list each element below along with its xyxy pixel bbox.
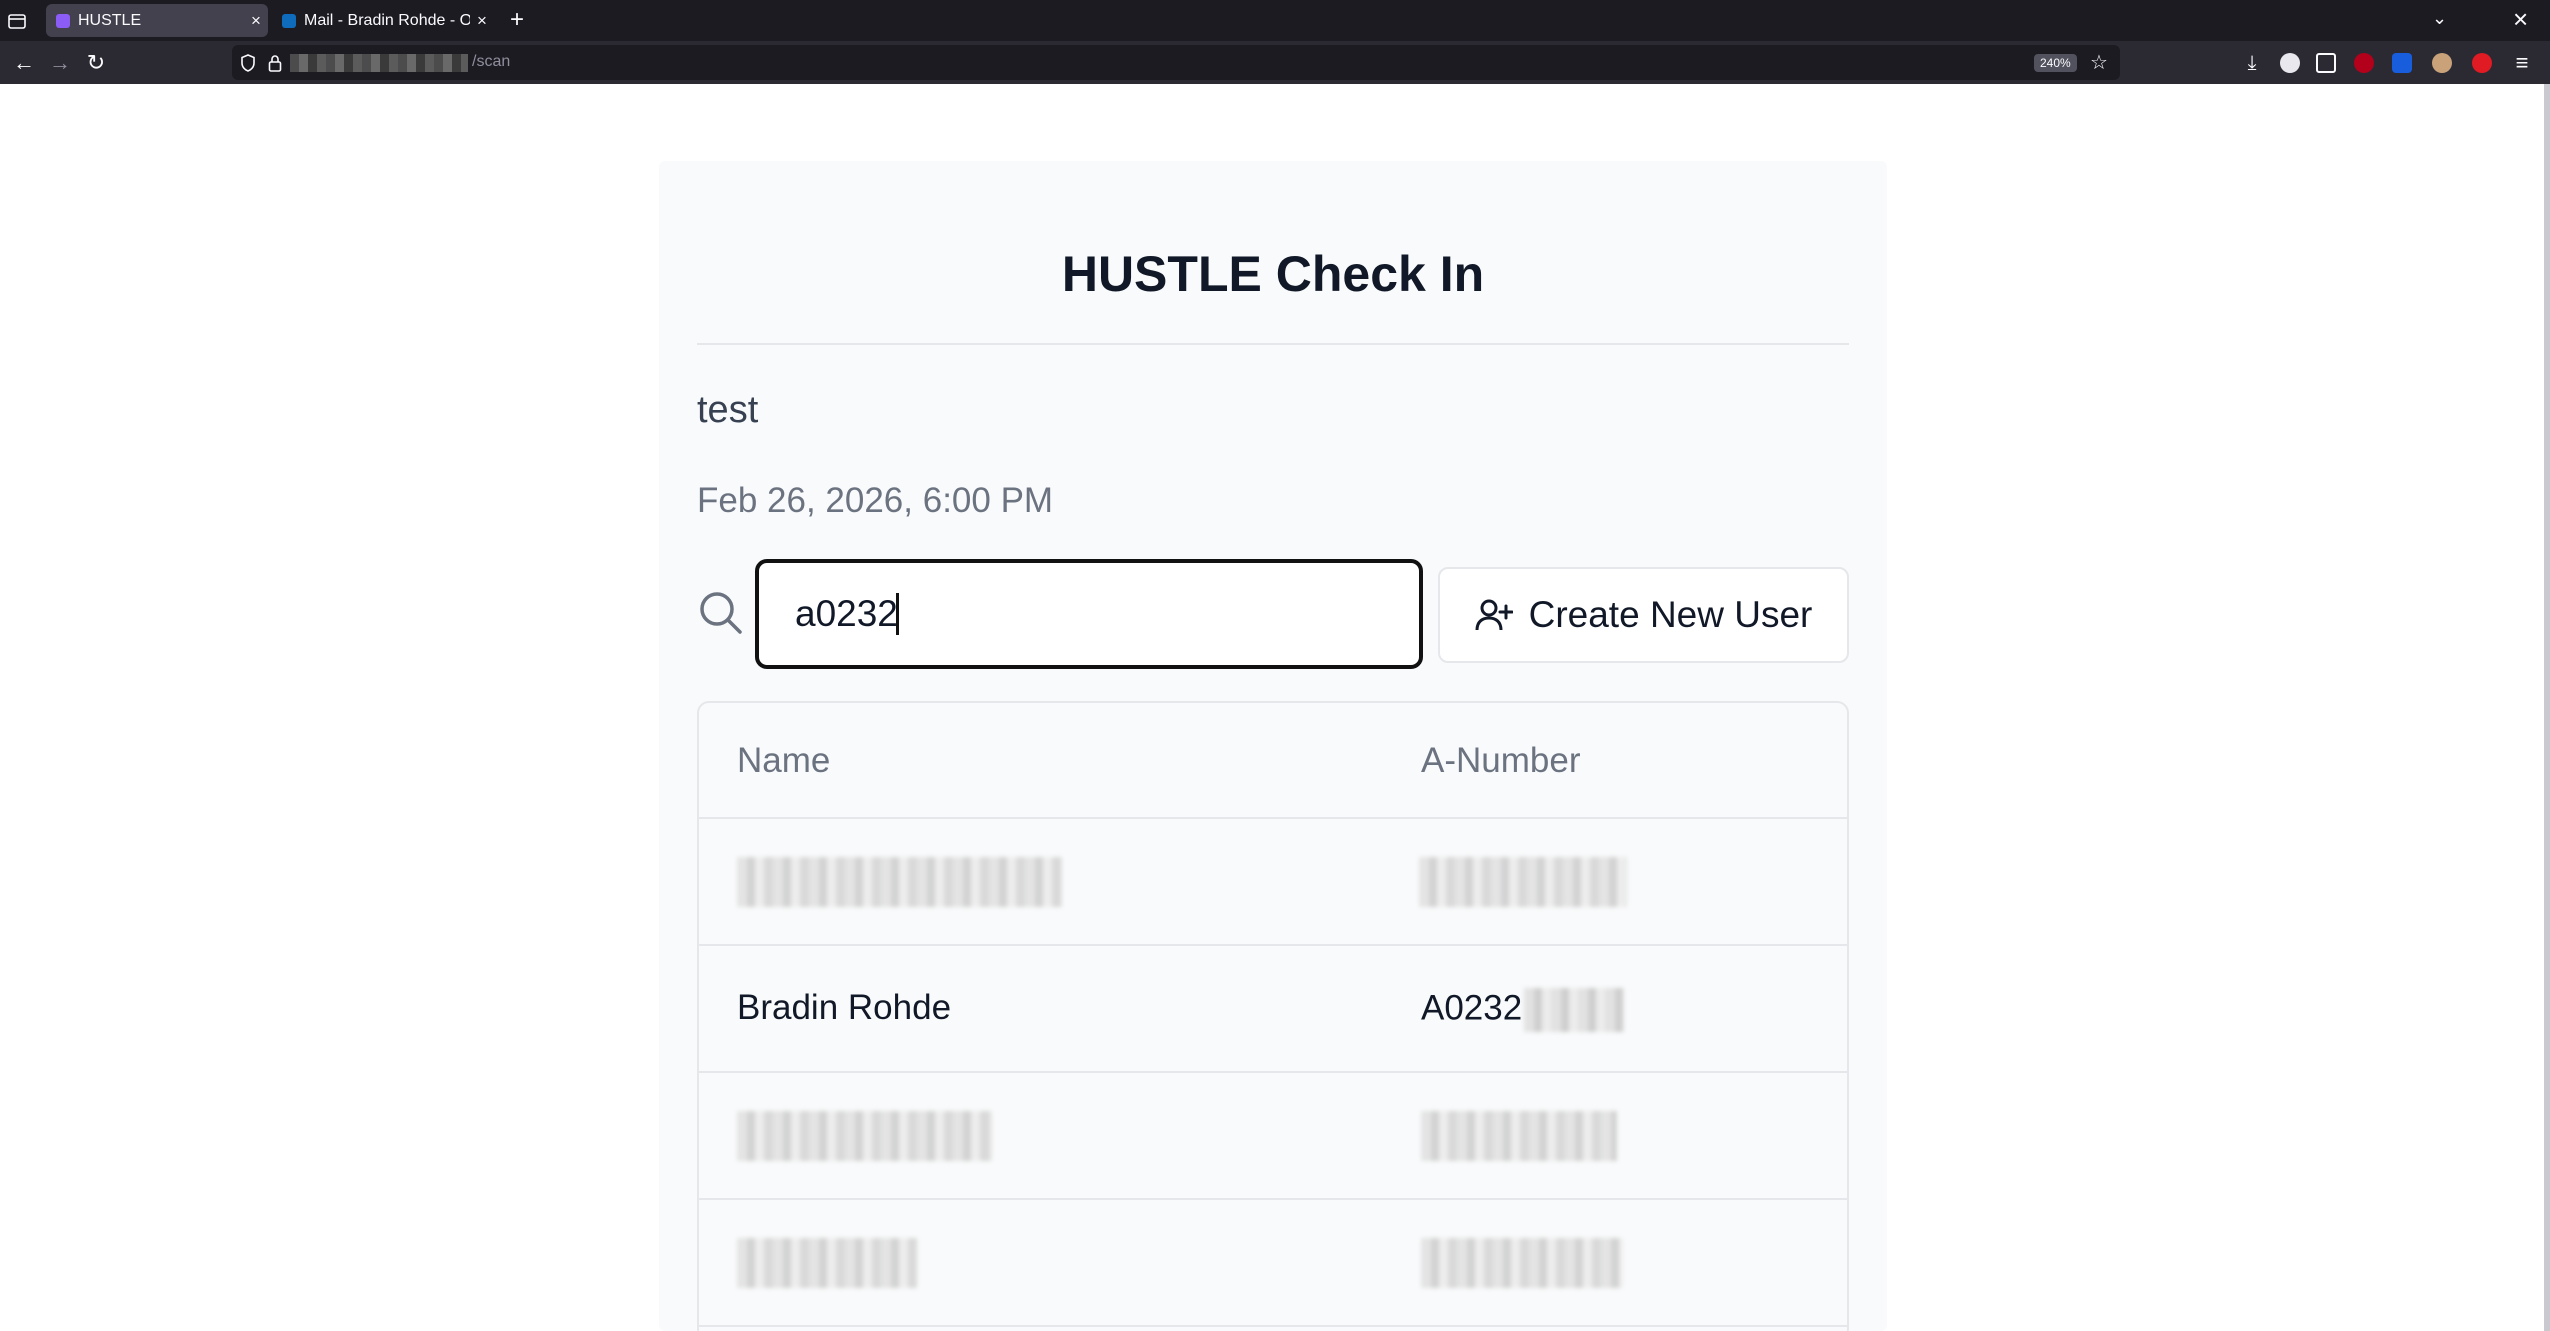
user-name: Bradin Rohde xyxy=(737,988,952,1027)
redacted-hostname xyxy=(290,54,468,72)
hustle-favicon-icon xyxy=(56,13,70,28)
event-date: Feb 26, 2026, 6:00 PM xyxy=(697,481,1054,520)
column-header-a-number: A-Number xyxy=(1421,741,1581,780)
event-name: test xyxy=(697,389,759,431)
tab-close-icon[interactable]: × xyxy=(470,11,494,31)
tab-mail[interactable]: Mail - Bradin Rohde - Out × xyxy=(272,4,494,37)
redacted-name xyxy=(737,857,1062,907)
tab-title: Mail - Bradin Rohde - Out xyxy=(304,11,470,29)
window-close-icon[interactable]: × xyxy=(2513,4,2528,35)
chevron-down-icon[interactable]: ⌄ xyxy=(2432,8,2447,29)
redacted-a-number xyxy=(1421,1238,1623,1288)
ublock-icon[interactable] xyxy=(2354,53,2374,73)
column-header-name: Name xyxy=(737,741,831,780)
lock-icon[interactable] xyxy=(268,54,282,72)
url-path: /scan xyxy=(472,53,511,70)
bookmark-star-icon[interactable]: ☆ xyxy=(2090,50,2108,75)
extension-icon[interactable] xyxy=(2472,53,2492,73)
table-row[interactable] xyxy=(699,1200,1847,1327)
bitwarden-icon[interactable] xyxy=(2392,53,2412,73)
browser-tab-bar: HUSTLE × Mail - Bradin Rohde - Out × + ⌄… xyxy=(0,0,2550,41)
extensions-puzzle-icon[interactable] xyxy=(2316,53,2336,73)
table-header: Name A-Number xyxy=(699,703,1847,819)
user-a-number: A0232 xyxy=(1421,988,1625,1032)
divider xyxy=(697,343,1849,345)
redacted-a-number-suffix xyxy=(1524,988,1625,1032)
menu-hamburger-icon[interactable]: ≡ xyxy=(2508,49,2536,77)
tab-hustle[interactable]: HUSTLE × xyxy=(46,4,268,37)
tab-title: HUSTLE xyxy=(78,11,142,29)
outlook-favicon-icon xyxy=(282,13,296,28)
window-edge xyxy=(2544,84,2550,1331)
user-plus-icon xyxy=(1475,599,1513,631)
redacted-a-number xyxy=(1419,857,1627,907)
reload-icon[interactable]: ↻ xyxy=(82,49,110,77)
check-in-card: HUSTLE Check In test Feb 26, 2026, 6:00 … xyxy=(659,161,1887,1331)
create-new-user-button[interactable]: Create New User xyxy=(1438,567,1849,663)
table-row[interactable] xyxy=(699,1073,1847,1200)
users-table: Name A-Number Bradin Rohde A0232 xyxy=(697,701,1849,1331)
redacted-name xyxy=(737,1238,917,1288)
downloads-icon[interactable]: ⤓ xyxy=(2238,49,2266,77)
browser-nav-bar: ← → ↻ /scan 240% ☆ ⤓ ≡ xyxy=(0,41,2550,84)
redacted-a-number xyxy=(1421,1111,1617,1161)
extension-icon[interactable] xyxy=(2432,53,2452,73)
tab-close-icon[interactable]: × xyxy=(244,11,268,31)
url-bar[interactable]: /scan 240% ☆ xyxy=(232,45,2120,80)
table-row[interactable]: Bradin Rohde A0232 xyxy=(699,946,1847,1073)
back-arrow-icon[interactable]: ← xyxy=(10,49,38,77)
forward-arrow-icon[interactable]: → xyxy=(46,49,74,77)
zoom-level-badge[interactable]: 240% xyxy=(2034,54,2077,72)
table-row[interactable] xyxy=(699,819,1847,946)
extension-icon[interactable] xyxy=(2280,53,2300,73)
search-icon xyxy=(700,592,742,634)
text-caret xyxy=(896,593,899,635)
page-title: HUSTLE Check In xyxy=(1061,246,1485,302)
list-all-tabs-icon[interactable] xyxy=(6,10,28,32)
shield-icon[interactable] xyxy=(240,54,256,72)
a-number-prefix: A0232 xyxy=(1421,988,1523,1028)
create-new-user-label: Create New User xyxy=(1528,594,1813,635)
redacted-name xyxy=(737,1111,992,1161)
search-input[interactable] xyxy=(755,559,1423,669)
new-tab-icon[interactable]: + xyxy=(503,6,531,34)
